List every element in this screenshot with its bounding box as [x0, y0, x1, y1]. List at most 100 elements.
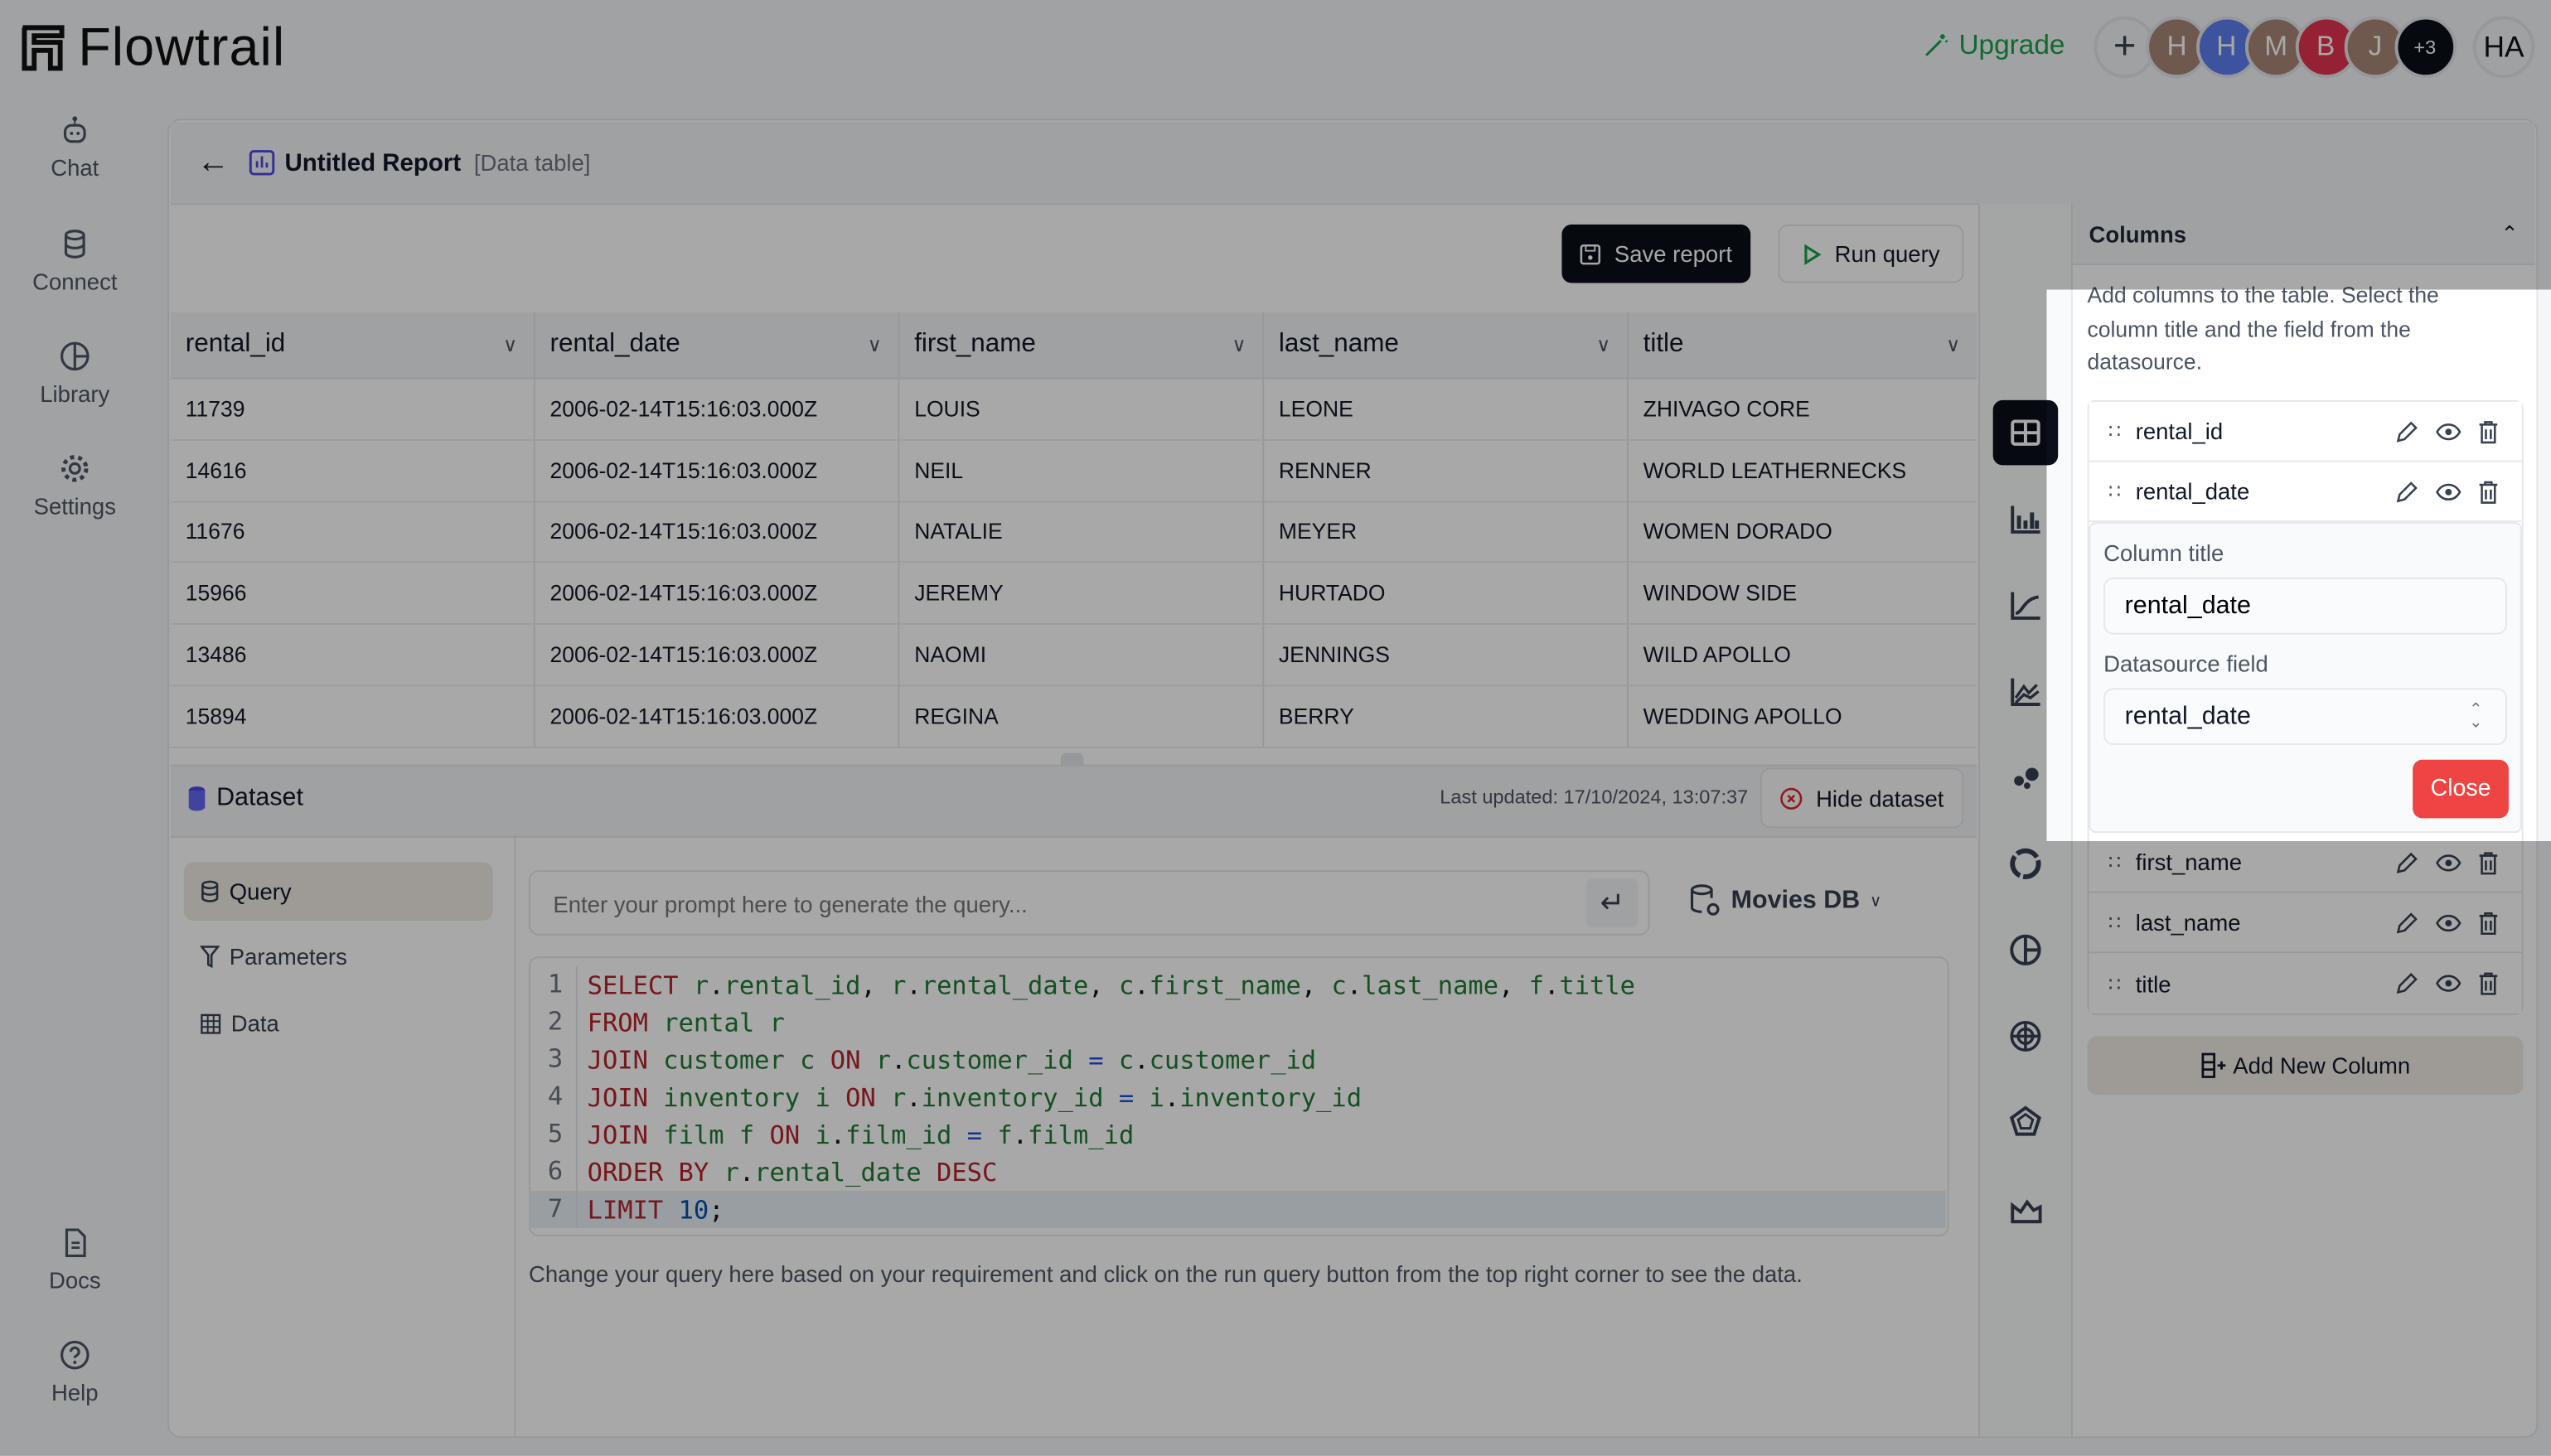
report-chart-icon [249, 150, 275, 176]
pencil-icon[interactable] [2395, 418, 2419, 443]
back-arrow-icon[interactable]: ← [197, 144, 230, 181]
sidebar-label: Chat [51, 154, 99, 181]
table-cell: HURTADO [1264, 563, 1629, 625]
chevron-down-icon[interactable]: ∨ [868, 333, 882, 356]
report-title[interactable]: Untitled Report [285, 149, 462, 177]
trash-icon[interactable] [2478, 850, 2500, 874]
code-line[interactable]: 1 SELECT r. rental_id, r. rental_date, c. fi… [529, 966, 1946, 1004]
trash-icon[interactable] [2478, 971, 2500, 995]
drag-handle-icon[interactable]: ∷ [2108, 851, 2121, 873]
pencil-icon[interactable] [2395, 971, 2419, 995]
code-line[interactable]: 4 JOIN inventory i ON r. inventory_id = i.… [529, 1078, 1946, 1116]
pie-icon [2010, 934, 2041, 966]
sidebar-item-help[interactable]: Help [0, 1339, 150, 1405]
chart-type-donut[interactable] [1997, 834, 2055, 893]
chart-type-pie[interactable] [1997, 921, 2055, 980]
drag-handle-icon[interactable]: ∷ [2108, 972, 2121, 994]
play-icon [1803, 243, 1822, 264]
sidebar-item-settings[interactable]: Settings [0, 452, 150, 519]
code-token: first_name [1149, 970, 1301, 1000]
column-name: rental_date [2135, 478, 2250, 505]
eye-icon[interactable] [2436, 971, 2461, 995]
chart-type-area-chart[interactable] [1997, 1179, 2055, 1238]
table-cell: 15894 [171, 685, 535, 747]
columns-panel-header[interactable]: Columns ⌃ [2072, 203, 2535, 265]
close-editor-button[interactable]: Close [2413, 759, 2509, 819]
chart-type-bar-chart[interactable] [1997, 490, 2055, 549]
eye-icon[interactable] [2436, 910, 2461, 934]
sidebar-item-chat[interactable]: Chat [0, 114, 150, 181]
sidebar-item-library[interactable]: Library [0, 340, 150, 407]
user-avatar[interactable]: HA [2472, 16, 2535, 79]
dataset-nav-parameters[interactable]: Parameters [200, 943, 347, 970]
column-list-item[interactable]: ∷ rental_id [2089, 401, 2522, 462]
code-line[interactable]: 5 JOIN film f ON i. film_id = f. film_id [529, 1115, 1946, 1154]
app-logo[interactable]: Flowtrail [20, 17, 286, 79]
chart-type-pentagon[interactable] [1997, 1093, 2055, 1152]
chart-type-line-chart[interactable] [1997, 576, 2055, 635]
eye-icon[interactable] [2436, 850, 2461, 874]
column-header[interactable]: last_name ∨ [1264, 312, 1629, 380]
chart-type-table[interactable] [1992, 399, 2059, 466]
code-line[interactable]: 3 JOIN customer c ON r. customer_id = c. cu… [529, 1041, 1946, 1079]
eye-icon[interactable] [2436, 479, 2461, 503]
column-header[interactable]: title ∨ [1628, 312, 1977, 380]
drag-handle-icon[interactable]: ∷ [2108, 480, 2121, 502]
run-query-label: Run query [1834, 240, 1940, 267]
donut-icon [2010, 848, 2041, 880]
column-list-item[interactable]: ∷ title [2089, 953, 2522, 1013]
submit-prompt-button[interactable]: ↵ [1585, 878, 1639, 927]
code-line[interactable]: 7 LIMIT 10; [528, 1190, 1946, 1229]
run-query-button[interactable]: Run query [1778, 224, 1964, 283]
line-number: 4 [529, 1078, 578, 1116]
column-header[interactable]: first_name ∨ [899, 312, 1265, 380]
code-token: ON [769, 1120, 816, 1149]
chevron-down-icon[interactable]: ∨ [1596, 333, 1610, 356]
code-line[interactable]: 6 ORDER BY r. rental_date DESC [529, 1153, 1946, 1191]
dataset-nav-data[interactable]: Data [200, 1010, 279, 1036]
datasource-field-select[interactable]: rental_date ⌃ ⌄ [2103, 688, 2507, 746]
code-token: . [830, 1120, 846, 1149]
pencil-icon[interactable] [2395, 850, 2419, 874]
chevron-down-icon[interactable]: ∨ [503, 333, 517, 356]
last-updated: Last updated: 17/10/2024, 13:07:37 [1440, 786, 1749, 809]
save-icon [1580, 244, 1601, 264]
column-header[interactable]: rental_date ∨ [535, 312, 900, 380]
datasource-select[interactable]: Movies DB ∨ [1689, 883, 1881, 919]
trash-icon[interactable] [2478, 418, 2500, 443]
drag-handle-icon[interactable]: ∷ [2108, 419, 2121, 442]
chart-type-multi-line-chart[interactable] [1997, 662, 2055, 721]
pencil-icon[interactable] [2395, 479, 2419, 503]
dataset-nav-query[interactable]: Query [183, 862, 493, 921]
columns-panel-title: Columns [2089, 220, 2187, 247]
drag-handle-icon[interactable]: ∷ [2108, 911, 2121, 933]
database-icon [64, 230, 85, 259]
column-title-input[interactable] [2103, 577, 2507, 635]
trash-icon[interactable] [2478, 910, 2500, 935]
chevron-down-icon[interactable]: ∨ [1946, 333, 1960, 356]
chevron-down-icon[interactable]: ∨ [1232, 333, 1246, 356]
chart-type-scatter[interactable] [1997, 748, 2055, 807]
hide-dataset-button[interactable]: Hide dataset [1760, 767, 1964, 829]
column-list-item[interactable]: ∷ rental_date [2089, 462, 2522, 523]
chart-type-radar[interactable] [1997, 1007, 2055, 1066]
column-header[interactable]: rental_id ∨ [171, 312, 535, 380]
upgrade-button[interactable]: Upgrade [1923, 29, 2065, 61]
sidebar-item-docs[interactable]: Docs [0, 1226, 150, 1294]
table-cell: 2006-02-14T15:16:03.000Z [535, 440, 900, 502]
chevron-up-icon[interactable]: ⌃ [2500, 220, 2518, 246]
nav-label: Parameters [229, 943, 347, 970]
column-list-item[interactable]: ∷ last_name [2089, 892, 2522, 954]
pencil-icon[interactable] [2395, 910, 2419, 934]
code-line[interactable]: 2 FROM rental r [529, 1004, 1946, 1042]
prompt-input[interactable] [549, 884, 1566, 924]
save-report-button[interactable]: Save report [1561, 224, 1751, 283]
eye-icon[interactable] [2436, 418, 2461, 443]
table-cell: WILD APOLLO [1628, 624, 1977, 686]
add-new-column-button[interactable]: Add New Column [2087, 1036, 2524, 1096]
member-avatar[interactable]: +3 [2394, 16, 2457, 79]
prompt-input-wrap: ↵ [528, 870, 1650, 936]
column-list-item[interactable]: ∷ first_name [2089, 833, 2522, 893]
trash-icon[interactable] [2478, 479, 2500, 503]
sidebar-item-connect[interactable]: Connect [0, 228, 150, 294]
